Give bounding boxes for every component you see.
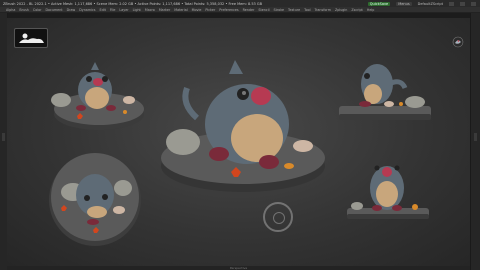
menu-item[interactable]: Layer [119,8,128,12]
document-canvas[interactable] [7,18,470,266]
model-view-top-left [51,62,144,130]
logo-icon [452,36,464,48]
menu-item[interactable]: File [110,8,116,12]
menu-item[interactable]: Preferences [219,8,238,12]
view-mode-label: Perspective [229,266,248,270]
menu-item[interactable]: Zplugin [335,8,347,12]
menu-item[interactable]: Stroke [274,8,285,12]
menus-toggle[interactable]: Menus [396,1,412,6]
menu-item[interactable]: Light [133,8,141,12]
menu-item[interactable]: Picker [205,8,215,12]
menu-item[interactable]: Zscript [351,8,362,12]
menu-item[interactable]: Color [33,8,42,12]
menu-item[interactable]: Material [174,8,187,12]
default-zscript-button[interactable]: DefaultZScript [418,2,443,6]
model-view-center [161,60,325,192]
menu-item[interactable]: Marker [159,8,170,12]
right-tray[interactable] [470,13,480,270]
tray-handle[interactable] [2,133,5,141]
model-view-bottom-left [49,153,141,246]
title-bar: ZBrush 2022 - BL 2022.1 • Active Mesh: 1… [0,0,480,7]
menu-item[interactable]: Edit [99,8,105,12]
menu-item[interactable]: Tool [304,8,310,12]
model-view-bottom-right [347,165,429,219]
menu-item[interactable]: Macro [145,8,155,12]
gizmo-center[interactable] [273,212,285,224]
menu-item[interactable]: Document [46,8,63,12]
menu-item[interactable]: Draw [67,8,76,12]
stage-icon[interactable] [14,28,48,48]
menu-item[interactable]: Stencil [258,8,269,12]
status-bar: Perspective [7,266,470,270]
quicksave-button[interactable]: QuickSave [367,1,391,6]
menu-item[interactable]: Transform [315,8,331,12]
menu-bar: Alpha Brush Color Document Draw Dynamics… [0,7,480,13]
window-title: ZBrush 2022 - BL 2022.1 • Active Mesh: 1… [3,1,262,6]
menu-item[interactable]: Texture [288,8,300,12]
menu-item[interactable]: Dynamics [79,8,95,12]
menu-item[interactable]: Help [367,8,375,12]
menu-item[interactable]: Brush [19,8,29,12]
gizmo-icon[interactable] [263,202,293,232]
tray-handle[interactable] [474,133,477,141]
menu-item[interactable]: Render [243,8,255,12]
close-icon[interactable] [471,1,476,6]
model-view-top-right [339,64,431,120]
menu-item[interactable]: Movie [192,8,202,12]
menu-item[interactable]: Alpha [6,8,15,12]
minimize-icon[interactable] [449,1,454,6]
maximize-icon[interactable] [460,1,465,6]
